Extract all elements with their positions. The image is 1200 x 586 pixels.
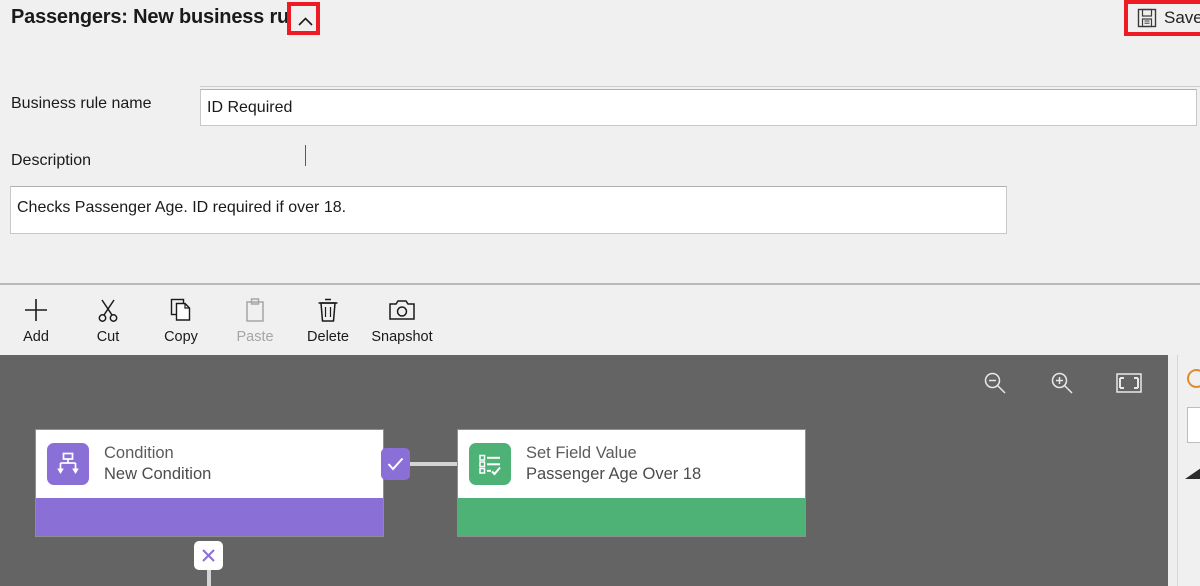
- canvas-zoom-tools: [981, 369, 1143, 397]
- condition-node-type: Condition: [104, 443, 211, 464]
- x-icon: [201, 548, 216, 563]
- checklist-icon: [469, 443, 511, 485]
- snapshot-button[interactable]: Snapshot: [366, 285, 438, 353]
- add-button-label: Add: [23, 329, 49, 345]
- paste-button: Paste: [219, 285, 291, 353]
- false-branch-connector: [207, 570, 211, 586]
- condition-node-name: New Condition: [104, 464, 211, 485]
- collapse-header-button[interactable]: [287, 2, 320, 35]
- properties-panel-status-icon: [1187, 369, 1200, 388]
- zoom-out-button[interactable]: [981, 369, 1009, 397]
- cut-button-label: Cut: [97, 329, 120, 345]
- save-floppy-icon: [1137, 8, 1157, 28]
- business-rule-designer: Passengers: New business rule Save Busin…: [0, 0, 1200, 586]
- zoom-in-button[interactable]: [1048, 369, 1076, 397]
- add-button[interactable]: Add: [0, 285, 72, 353]
- condition-node-footer: [36, 498, 383, 536]
- page-title: Passengers: New business rule: [11, 6, 305, 29]
- fit-to-screen-icon: [1116, 372, 1142, 394]
- condition-branch-icon: [47, 443, 89, 485]
- header-divider: [200, 86, 1200, 87]
- check-icon: [387, 457, 404, 471]
- false-branch-badge[interactable]: [194, 541, 223, 570]
- set-field-value-node-type: Set Field Value: [526, 443, 701, 464]
- save-button[interactable]: Save: [1124, 0, 1200, 36]
- properties-panel[interactable]: [1177, 355, 1200, 586]
- scissors-icon: [96, 296, 120, 324]
- copy-pages-icon: [169, 296, 193, 324]
- command-bar: Add Cut Copy: [0, 285, 1200, 353]
- delete-button-label: Delete: [307, 329, 349, 345]
- camera-icon: [388, 296, 416, 324]
- copy-button[interactable]: Copy: [145, 285, 217, 353]
- cut-button[interactable]: Cut: [72, 285, 144, 353]
- page-header: Passengers: New business rule Save: [0, 0, 1200, 41]
- fit-to-screen-button[interactable]: [1115, 369, 1143, 397]
- trash-icon: [317, 296, 339, 324]
- condition-node-body: Condition New Condition: [36, 430, 383, 498]
- description-input[interactable]: [10, 186, 1007, 234]
- set-field-value-node-text: Set Field Value Passenger Age Over 18: [526, 443, 701, 485]
- text-caret: [305, 145, 306, 166]
- plus-icon: [23, 296, 49, 324]
- properties-panel-input[interactable]: [1187, 407, 1200, 443]
- snapshot-button-label: Snapshot: [371, 329, 432, 345]
- zoom-in-icon: [1049, 370, 1075, 396]
- true-branch-badge[interactable]: [381, 448, 410, 480]
- business-rule-name-input[interactable]: [200, 89, 1197, 126]
- canvas-panel-gap: [1168, 355, 1177, 586]
- condition-node[interactable]: Condition New Condition: [36, 430, 383, 536]
- copy-button-label: Copy: [164, 329, 198, 345]
- condition-node-text: Condition New Condition: [104, 443, 211, 485]
- chevron-up-icon: [298, 17, 313, 26]
- description-label: Description: [11, 152, 91, 170]
- clipboard-icon: [244, 296, 266, 324]
- zoom-out-icon: [982, 370, 1008, 396]
- set-field-value-node-body: Set Field Value Passenger Age Over 18: [458, 430, 805, 498]
- save-button-label: Save: [1164, 8, 1200, 28]
- paste-button-label: Paste: [236, 329, 273, 345]
- set-field-value-node[interactable]: Set Field Value Passenger Age Over 18: [458, 430, 805, 536]
- true-branch-connector: [410, 462, 459, 466]
- properties-panel-arrow-icon: [1185, 468, 1200, 479]
- set-field-value-node-name: Passenger Age Over 18: [526, 464, 701, 485]
- business-rule-name-label: Business rule name: [11, 95, 152, 113]
- set-field-value-node-footer: [458, 498, 805, 536]
- delete-button[interactable]: Delete: [292, 285, 364, 353]
